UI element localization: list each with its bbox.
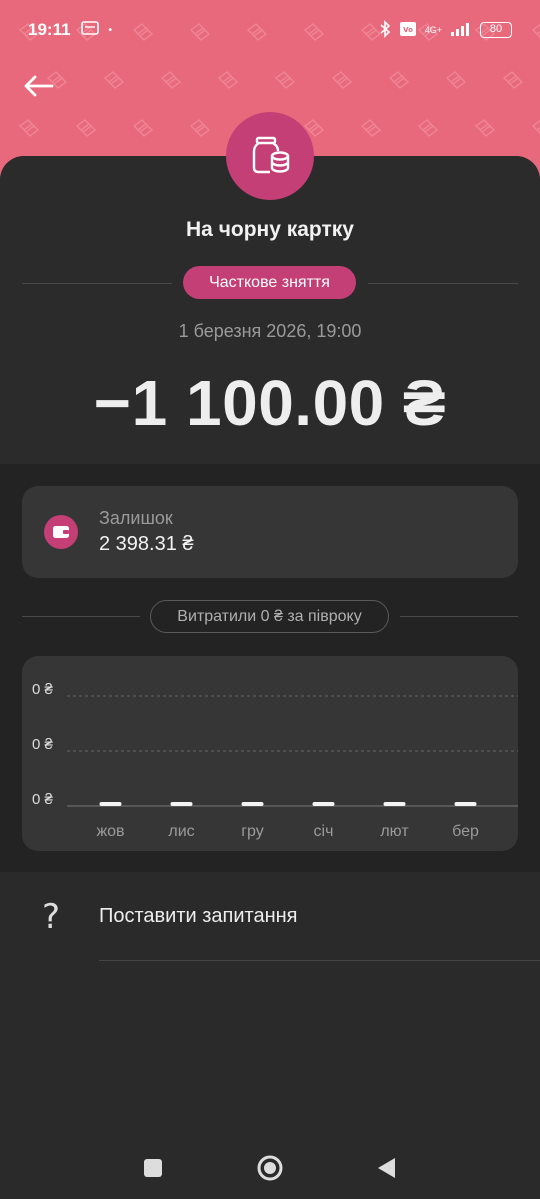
message-icon [80, 20, 99, 40]
bluetooth-icon [379, 19, 391, 41]
pattern-glyph [217, 71, 239, 89]
chart-x-tick-label: лют [380, 823, 409, 840]
chart-x-tick-label: жов [96, 823, 124, 840]
square-icon [144, 1159, 162, 1177]
spent-divider-right [400, 616, 518, 617]
network-type: 4G+ [424, 25, 442, 35]
spent-summary-badge: Витратили 0 ₴ за півроку [150, 600, 389, 633]
pattern-glyph [274, 71, 296, 89]
question-mark-icon: ? [41, 897, 61, 937]
chart-x-tick-label: лис [168, 823, 194, 840]
spending-chart-card: 0 ₴ 0 ₴ 0 ₴ жов лис гру січ лют бер [22, 656, 518, 851]
chart-y-tick-label: 0 ₴ [32, 681, 54, 698]
pattern-glyph [18, 119, 40, 137]
help-divider [99, 960, 540, 961]
chart-y-tick-label: 0 ₴ [32, 736, 54, 753]
jar-avatar [226, 112, 314, 200]
pattern-glyph [75, 119, 97, 137]
balance-label: Залишок [99, 508, 173, 528]
nav-home-button[interactable] [252, 1150, 288, 1186]
divider-right [368, 283, 518, 284]
page-title: На чорну картку [186, 218, 354, 241]
signal-icon [450, 21, 472, 40]
system-navigation-bar [0, 1130, 540, 1199]
chart-y-tick-label: 0 ₴ [32, 791, 54, 808]
pattern-glyph [417, 119, 439, 137]
chart-bar[interactable] [312, 802, 335, 806]
back-button[interactable] [18, 66, 58, 106]
pattern-glyph [132, 119, 154, 137]
pattern-glyph [502, 71, 524, 89]
pattern-glyph [189, 119, 211, 137]
status-bar: 19:11 • Vo 4G+ 80 [0, 0, 540, 60]
battery-indicator: 80 [480, 22, 512, 38]
chart-x-tick-label: гру [241, 823, 264, 840]
nav-recent-button[interactable] [135, 1150, 171, 1186]
circle-icon [257, 1155, 283, 1181]
triangle-back-icon [378, 1158, 395, 1178]
wallet-icon [44, 515, 78, 549]
transaction-type-badge: Часткове зняття [183, 266, 356, 299]
pattern-glyph [388, 71, 410, 89]
divider-left [22, 283, 172, 284]
chart-bar[interactable] [99, 802, 122, 806]
jar-coins-icon [252, 136, 290, 174]
status-time: 19:11 [28, 20, 71, 39]
chart-bar[interactable] [454, 802, 477, 806]
volte-icon: Vo [399, 21, 417, 40]
transaction-amount: −1 100.00 ₴ [93, 367, 447, 439]
pattern-glyph [331, 71, 353, 89]
nav-back-button[interactable] [368, 1150, 404, 1186]
spent-divider-left [22, 616, 140, 617]
balance-card: Залишок 2 398.31 ₴ [22, 486, 518, 578]
transaction-datetime: 1 березня 2026, 19:00 [178, 321, 362, 341]
balance-value: 2 398.31 ₴ [99, 533, 194, 555]
chart-bar[interactable] [170, 802, 193, 806]
pattern-glyph [103, 71, 125, 89]
pattern-glyph [474, 119, 496, 137]
chart-x-tick-label: січ [314, 823, 334, 840]
ask-question-item[interactable]: ? Поставити запитання [0, 885, 540, 949]
pattern-glyph [360, 119, 382, 137]
chart-bar[interactable] [383, 802, 406, 806]
chart-x-tick-label: бер [452, 823, 479, 840]
chart-bar[interactable] [241, 802, 264, 806]
ask-question-label: Поставити запитання [99, 905, 298, 927]
spending-chart: 0 ₴ 0 ₴ 0 ₴ жов лис гру січ лют бер [32, 681, 518, 840]
pattern-glyph [531, 119, 540, 134]
pattern-glyph [160, 71, 182, 89]
arrow-left-icon [24, 75, 54, 97]
svg-text:Vo: Vo [403, 26, 413, 34]
pattern-glyph [445, 71, 467, 89]
dot-icon: • [108, 24, 113, 36]
